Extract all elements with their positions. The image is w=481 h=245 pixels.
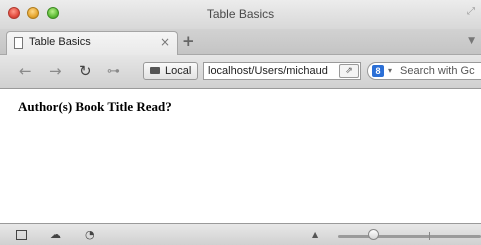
page-content: Author(s) Book Title Read? [0, 89, 481, 223]
gauge-icon[interactable]: ◔ [85, 228, 95, 241]
fullscreen-icon[interactable]: ⤢ [467, 6, 475, 17]
console-icon[interactable] [16, 230, 27, 240]
close-icon[interactable]: × [160, 35, 170, 49]
window-title: Table Basics [206, 7, 275, 21]
browser-window: Table Basics ⤢ Table Basics × + ▼ ← → ↻ … [0, 0, 481, 245]
reload-icon[interactable]: ↻ [79, 62, 92, 80]
zoom-menu-icon[interactable]: ▲ [312, 230, 318, 239]
google-icon[interactable]: 8 [372, 65, 384, 77]
tab-strip: Table Basics × + ▼ [0, 29, 481, 55]
forward-icon[interactable]: → [49, 62, 62, 80]
cloud-icon[interactable]: ☁ [50, 228, 61, 241]
tab-list-icon[interactable]: ▼ [468, 36, 475, 46]
tab-label: Table Basics [29, 36, 91, 48]
navigation-toolbar: ← → ↻ ⊶ Local localhost/Users/michaud ⇗ … [0, 55, 481, 89]
zoom-slider-tick [429, 232, 430, 240]
key-icon[interactable]: ⊶ [107, 64, 120, 79]
back-icon[interactable]: ← [19, 62, 32, 80]
tab-table-basics[interactable]: Table Basics × [6, 31, 178, 55]
zoom-slider-track[interactable] [338, 235, 481, 238]
zoom-slider-thumb[interactable] [368, 229, 380, 240]
search-engine-dropdown-icon[interactable]: ▾ [388, 66, 392, 75]
share-icon[interactable]: ⇗ [339, 64, 359, 78]
local-icon [150, 67, 160, 74]
url-text: localhost/Users/michaud [208, 65, 328, 77]
page-icon [14, 37, 23, 49]
local-label: Local [165, 65, 192, 77]
table-header-row: Author(s) Book Title Read? [18, 99, 172, 114]
local-button[interactable]: Local [143, 62, 198, 80]
url-field[interactable]: localhost/Users/michaud ⇗ [203, 62, 361, 80]
new-tab-icon[interactable]: + [182, 32, 195, 50]
status-bar: ☁ ◔ ▲ [0, 223, 481, 245]
search-field[interactable]: 8 ▾ Search with Gc [367, 62, 481, 80]
title-bar: Table Basics ⤢ [0, 0, 481, 29]
search-placeholder: Search with Gc [400, 65, 475, 77]
